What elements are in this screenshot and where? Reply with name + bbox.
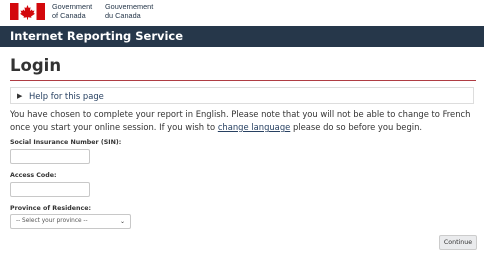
access-code-input[interactable]: [10, 182, 90, 197]
continue-button[interactable]: Continue: [439, 235, 477, 250]
canada-flag-icon: [10, 3, 45, 20]
wordmark-fr-line2: du Canada: [105, 10, 141, 20]
wordmark-english: Government of Canada: [52, 2, 92, 20]
triangle-right-icon: ▶: [17, 92, 23, 100]
intro-text-end: please do so before you begin.: [290, 122, 423, 132]
wordmark-french: Gouvernement du Canada: [105, 2, 153, 20]
province-label: Province of Residence:: [10, 205, 92, 212]
sin-label: Social Insurance Number (SIN):: [10, 139, 122, 146]
province-selected-value: -- Select your province --: [16, 218, 88, 224]
access-code-label: Access Code:: [10, 172, 57, 179]
government-header: Government of Canada Gouvernement du Can…: [0, 0, 484, 24]
app-title: Internet Reporting Service: [10, 29, 184, 43]
app-title-bar: Internet Reporting Service: [0, 26, 484, 47]
wordmark-en-line2: of Canada: [52, 10, 86, 20]
change-language-link[interactable]: change language: [218, 122, 290, 132]
sin-input[interactable]: [10, 149, 90, 164]
help-toggle[interactable]: ▶ Help for this page: [10, 87, 474, 104]
chevron-down-icon: ⌄: [119, 218, 125, 225]
help-toggle-label: Help for this page: [29, 91, 104, 101]
province-select[interactable]: -- Select your province -- ⌄: [10, 214, 131, 229]
title-divider: [10, 80, 476, 81]
intro-paragraph: You have chosen to complete your report …: [10, 108, 480, 134]
page-title: Login: [10, 56, 62, 75]
